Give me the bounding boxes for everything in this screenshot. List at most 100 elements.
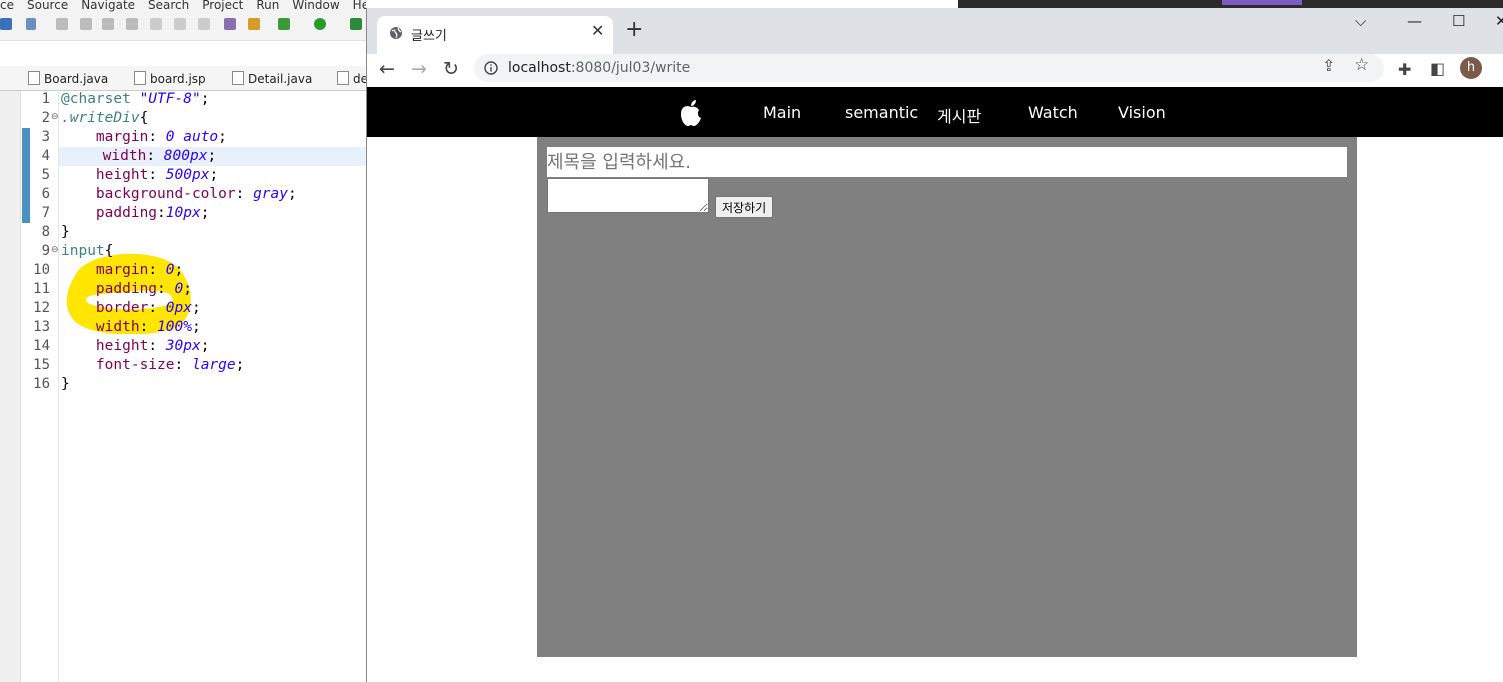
code-line: padding: 0; bbox=[95, 281, 192, 297]
code-line: margin: 0; bbox=[95, 262, 184, 278]
ide-menubar: ce Source Navigate Search Project Run Window He… bbox=[0, 0, 366, 12]
forward-icon[interactable]: → bbox=[411, 58, 427, 80]
code-token: height bbox=[95, 338, 149, 354]
window-close-icon[interactable]: ✕ bbox=[1495, 12, 1503, 30]
code-editor[interactable]: @charset "UTF-8"; .writeDiv{ margin: 0 a… bbox=[59, 90, 366, 682]
terminate-icon[interactable] bbox=[102, 18, 114, 30]
line-number: 2 bbox=[41, 110, 50, 126]
side-panel-icon[interactable]: ◧ bbox=[1430, 59, 1445, 78]
code-line: } bbox=[61, 223, 70, 242]
browser-tab[interactable]: 글쓰기 ✕ bbox=[377, 16, 613, 54]
nav-link-main[interactable]: Main bbox=[763, 103, 801, 122]
menu-item-run[interactable]: Run bbox=[256, 0, 279, 11]
debug-icon[interactable] bbox=[278, 18, 290, 30]
nav-link-vision[interactable]: Vision bbox=[1118, 103, 1166, 122]
code-token: background-color bbox=[95, 186, 236, 202]
file-icon bbox=[337, 71, 349, 85]
task-list-icon[interactable] bbox=[224, 18, 236, 30]
code-line: padding:10px; bbox=[95, 205, 210, 221]
line-number: 16 bbox=[33, 376, 50, 392]
code-token: 100% bbox=[157, 319, 192, 335]
line-number: 5 bbox=[41, 167, 50, 183]
reload-icon[interactable]: ↻ bbox=[443, 58, 459, 80]
search-icon[interactable] bbox=[26, 18, 36, 30]
star-icon[interactable]: ☆ bbox=[1354, 55, 1369, 75]
fold-icon[interactable]: ⊖ bbox=[51, 112, 59, 122]
line-number-gutter: 1 2 ⊖ 3 4 5 6 7 8 9 ⊖ 10 11 12 13 14 15 … bbox=[22, 90, 59, 682]
profile-avatar[interactable]: h bbox=[1460, 57, 1482, 79]
address-bar[interactable]: localhost:8080/jul03/write ⇪ ☆ bbox=[474, 54, 1384, 82]
disconnect-icon[interactable] bbox=[126, 18, 138, 30]
save-icon[interactable] bbox=[0, 18, 12, 30]
code-line: input{ bbox=[61, 242, 113, 261]
code-token: margin bbox=[95, 262, 149, 278]
code-token: { bbox=[139, 110, 149, 126]
line-number: 10 bbox=[33, 262, 50, 278]
code-token: height bbox=[95, 167, 149, 183]
step-into-icon[interactable] bbox=[150, 18, 162, 30]
editor-tab-board-java[interactable]: Board.java bbox=[28, 71, 108, 86]
minimize-icon[interactable]: — bbox=[1407, 12, 1422, 30]
chevron-down-icon[interactable]: ⌵ bbox=[1355, 12, 1366, 30]
line-number: 11 bbox=[33, 281, 50, 297]
nav-link-semantic[interactable]: semantic bbox=[845, 103, 918, 122]
code-line: width: 100%; bbox=[95, 319, 201, 335]
browser-toolbar: ← → ↻ localhost:8080/jul03/write ⇪ ☆ ✚ ◧… bbox=[367, 54, 1503, 88]
close-icon[interactable]: ✕ bbox=[591, 21, 604, 40]
save-button[interactable]: 저장하기 bbox=[715, 196, 774, 218]
new-tab-icon[interactable]: + bbox=[625, 18, 643, 42]
editor-tab-board-jsp[interactable]: board.jsp bbox=[134, 71, 206, 86]
line-number: 7 bbox=[41, 205, 50, 221]
ide-toolbar bbox=[0, 12, 366, 41]
info-icon[interactable] bbox=[484, 61, 498, 75]
menu-item-window[interactable]: Window bbox=[292, 0, 339, 11]
line-number: 9 bbox=[41, 243, 50, 259]
code-line: background-color: gray; bbox=[95, 186, 297, 202]
step-over-icon[interactable] bbox=[174, 18, 186, 30]
back-icon[interactable]: ← bbox=[379, 58, 395, 80]
content-textarea[interactable] bbox=[547, 178, 709, 213]
resume-icon[interactable] bbox=[56, 18, 68, 30]
step-return-icon[interactable] bbox=[198, 18, 210, 30]
editor-tab-label: de bbox=[353, 72, 366, 86]
maximize-icon[interactable]: ☐ bbox=[1452, 12, 1465, 30]
nav-link-board[interactable]: 게시판 bbox=[937, 103, 981, 127]
title-input[interactable] bbox=[547, 147, 1347, 177]
line-number: 4 bbox=[41, 148, 50, 164]
code-token: font-size bbox=[95, 357, 175, 373]
suspend-icon[interactable] bbox=[80, 18, 92, 30]
code-line: margin: 0 auto; bbox=[95, 129, 227, 145]
apple-logo-icon[interactable] bbox=[679, 99, 703, 127]
menu-item-help[interactable]: Help bbox=[353, 0, 366, 11]
share-icon[interactable]: ⇪ bbox=[1322, 56, 1335, 75]
menu-item-source-partial[interactable]: ce bbox=[0, 0, 14, 11]
code-token: 30px bbox=[165, 338, 201, 354]
ide-side-panel bbox=[0, 66, 21, 682]
line-number: 12 bbox=[33, 300, 50, 316]
toggle-icon[interactable] bbox=[248, 18, 260, 30]
code-token: input bbox=[61, 243, 105, 259]
code-token: 0 bbox=[165, 262, 175, 278]
menu-item-project[interactable]: Project bbox=[202, 0, 243, 11]
line-number: 6 bbox=[41, 186, 50, 202]
server-icon[interactable] bbox=[350, 18, 362, 30]
menu-item-source[interactable]: Source bbox=[27, 0, 68, 11]
editor-tab-de[interactable]: de bbox=[337, 71, 366, 86]
run-icon[interactable] bbox=[314, 18, 326, 30]
code-line: .writeDiv{ bbox=[61, 109, 148, 128]
nav-link-watch[interactable]: Watch bbox=[1028, 103, 1078, 122]
extensions-icon[interactable]: ✚ bbox=[1398, 60, 1411, 79]
code-line: @charset "UTF-8"; bbox=[61, 90, 209, 109]
line-number: 1 bbox=[41, 91, 50, 107]
fold-icon[interactable]: ⊖ bbox=[51, 245, 59, 255]
code-token: padding bbox=[95, 205, 158, 221]
code-token: width bbox=[102, 148, 147, 164]
code-line: height: 30px; bbox=[95, 338, 210, 354]
java-file-icon bbox=[232, 71, 244, 85]
editor-tab-detail-java[interactable]: Detail.java bbox=[232, 71, 312, 86]
code-line: height: 500px; bbox=[95, 167, 219, 183]
menu-item-search[interactable]: Search bbox=[148, 0, 189, 11]
menu-item-navigate[interactable]: Navigate bbox=[81, 0, 135, 11]
code-token: gray bbox=[253, 186, 288, 202]
code-token: .writeDiv bbox=[61, 110, 140, 126]
